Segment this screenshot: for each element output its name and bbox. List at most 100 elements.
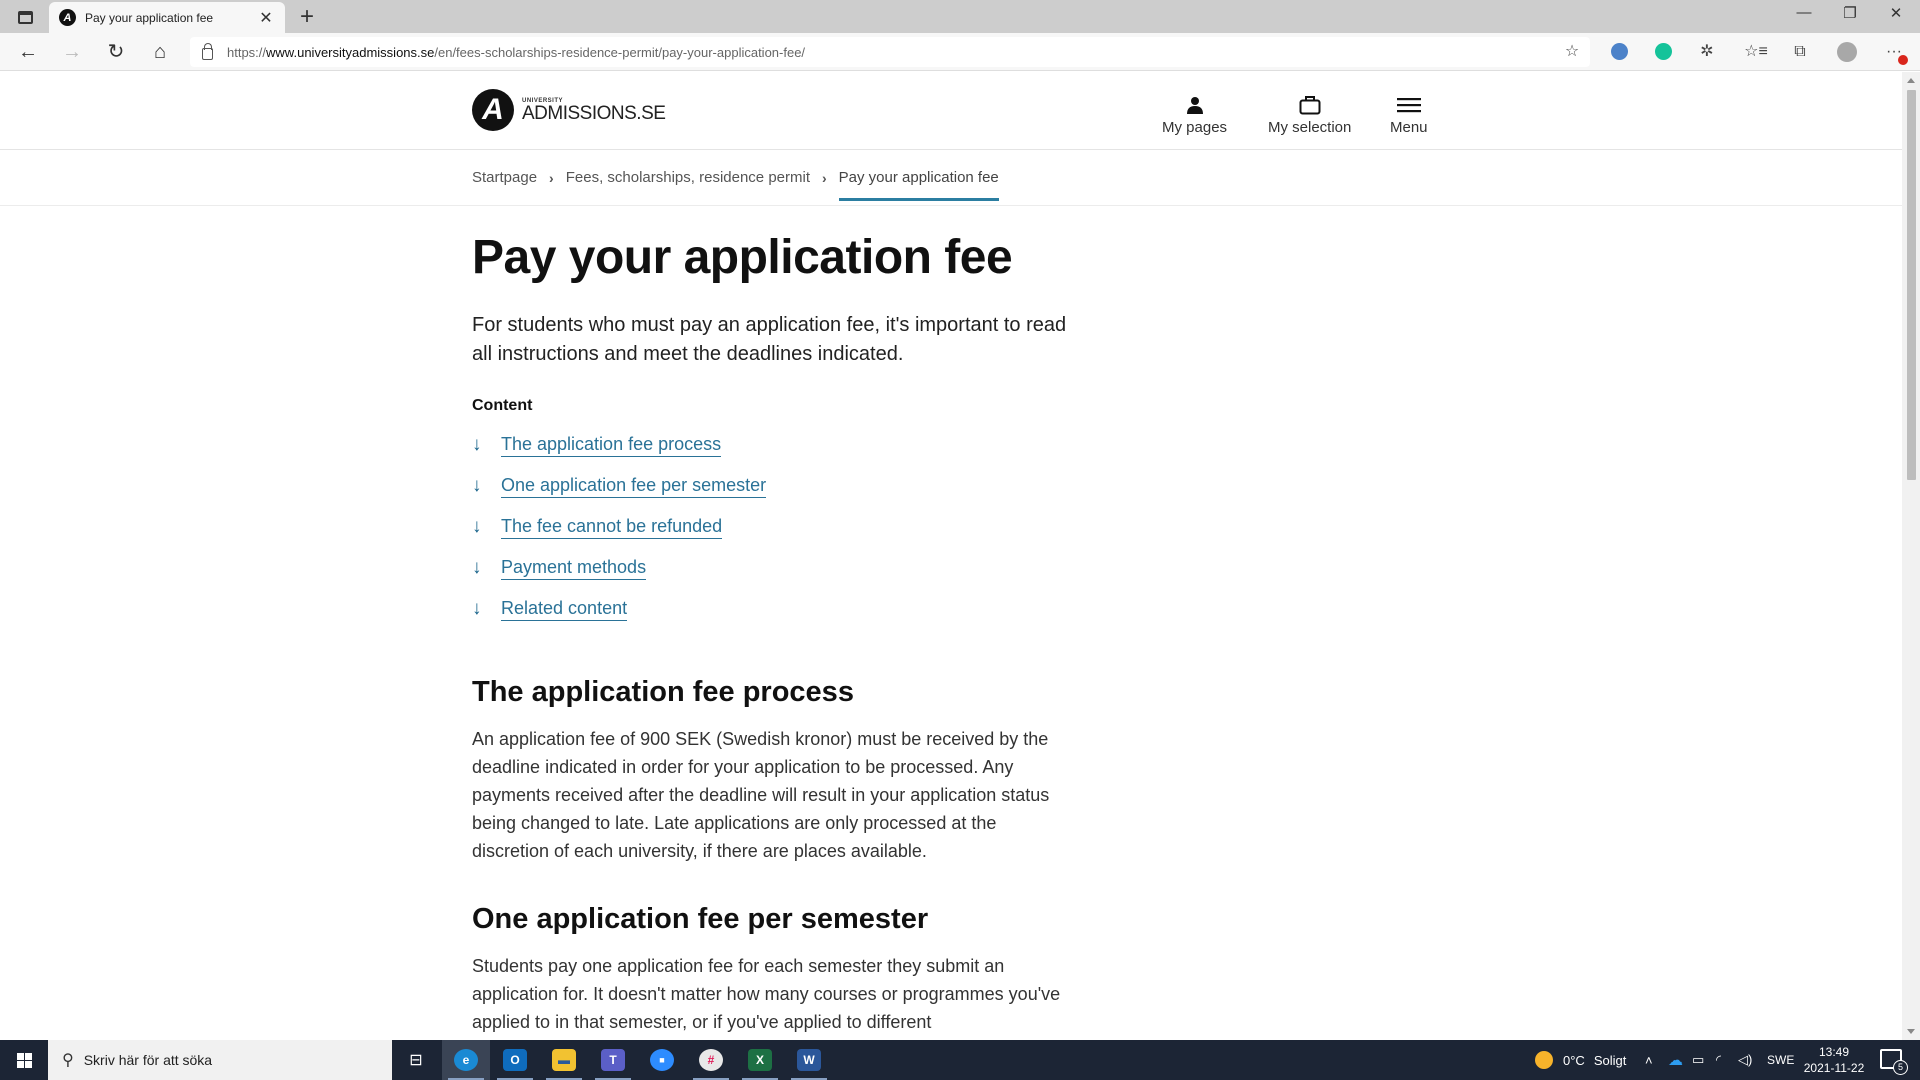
minimize-button[interactable]: — — [1784, 4, 1824, 21]
wifi-icon: ◜ — [1716, 1052, 1722, 1067]
arrow-down-icon: ↓ — [472, 475, 482, 497]
scroll-up-arrow-icon[interactable] — [1907, 78, 1915, 83]
taskbar-file-explorer[interactable]: ▬ — [540, 1040, 588, 1080]
my-selection-button[interactable]: My selection — [1268, 94, 1351, 136]
tab-title: Pay your application fee — [85, 10, 214, 25]
language-text: SWE — [1767, 1053, 1795, 1067]
home-button[interactable]: ⌂ — [145, 39, 175, 65]
arrow-down-icon: ↓ — [472, 516, 482, 538]
back-button[interactable]: ← — [13, 39, 43, 65]
logo-big-text: ADMISSIONS.SE — [522, 102, 666, 124]
site-favicon-icon: A — [59, 9, 76, 26]
clock-time: 13:49 — [1818, 1045, 1850, 1059]
bag-icon — [1299, 94, 1321, 116]
lock-icon — [202, 43, 213, 60]
reload-button[interactable]: ↻ — [101, 39, 131, 65]
close-window-button[interactable]: ✕ — [1876, 4, 1916, 22]
restore-button[interactable]: ❐ — [1830, 4, 1870, 22]
toc-item: ↓ The fee cannot be refunded — [472, 507, 1072, 548]
taskbar-edge[interactable]: e — [442, 1040, 490, 1080]
settings-more-button[interactable]: ··· — [1882, 41, 1908, 65]
breadcrumb-startpage[interactable]: Startpage — [472, 169, 537, 186]
taskbar-clock[interactable]: 13:49 2021-11-22 — [1796, 1044, 1872, 1076]
task-view-button[interactable]: ⊟ — [392, 1040, 440, 1080]
url-prefix: https:// — [227, 44, 267, 60]
extension-1-button[interactable] — [1607, 41, 1631, 63]
toc-item: ↓ The application fee process — [472, 425, 1072, 466]
puzzle-icon: ✲ — [1700, 43, 1714, 60]
browser-toolbar: ← → ↻ ⌂ https://www.universityadmissions… — [0, 33, 1920, 71]
breadcrumb-fees[interactable]: Fees, scholarships, residence permit — [566, 169, 810, 186]
site-header: A UNIVERSITY ADMISSIONS.SE My pages My s… — [0, 72, 1902, 150]
notification-badge — [1898, 55, 1908, 65]
clock-date: 2021-11-22 — [1803, 1061, 1865, 1075]
toc-link-fee-process[interactable]: The application fee process — [501, 434, 722, 457]
toc-link-payment-methods[interactable]: Payment methods — [501, 557, 647, 580]
taskbar-excel[interactable]: X — [736, 1040, 784, 1080]
close-tab-button[interactable]: ✕ — [257, 8, 275, 28]
menu-label: Menu — [1390, 119, 1428, 136]
browser-tab-bar: A Pay your application fee ✕ + — ❐ ✕ — [0, 0, 1920, 33]
section-body-fee-process: An application fee of 900 SEK (Swedish k… — [472, 728, 1050, 861]
web-page: A UNIVERSITY ADMISSIONS.SE My pages My s… — [0, 72, 1902, 1040]
article-content: Pay your application fee For students wh… — [472, 231, 1072, 1036]
profile-button[interactable] — [1835, 41, 1859, 63]
slack-icon: # — [699, 1049, 723, 1071]
menu-icon — [1396, 94, 1421, 116]
page-scrollbar[interactable] — [1902, 72, 1920, 1040]
url-text[interactable]: https://www.universityadmissions.se/en/f… — [227, 45, 805, 60]
address-bar[interactable]: https://www.universityadmissions.se/en/f… — [190, 37, 1590, 67]
toc-link-one-fee-per-semester[interactable]: One application fee per semester — [501, 475, 767, 498]
my-pages-button[interactable]: My pages — [1162, 94, 1227, 136]
cloud-icon: ☁ — [1668, 1052, 1683, 1069]
forward-button[interactable]: → — [57, 39, 87, 65]
taskbar-outlook[interactable]: O — [491, 1040, 539, 1080]
weather-widget[interactable]: 0°C Soligt — [1535, 1040, 1626, 1080]
onedrive-button[interactable]: ☁ — [1668, 1040, 1683, 1080]
search-icon: ⚲ — [62, 1052, 74, 1069]
taskbar-search-box[interactable]: ⚲ Skriv här för att söka — [48, 1040, 392, 1080]
excel-icon: X — [748, 1049, 772, 1071]
extensions-button[interactable]: ✲ — [1695, 41, 1719, 63]
taskbar-teams[interactable]: T — [589, 1040, 637, 1080]
chevron-right-icon: › — [822, 169, 827, 186]
my-pages-label: My pages — [1162, 119, 1228, 136]
arrow-down-icon: ↓ — [472, 557, 482, 579]
start-button[interactable] — [0, 1040, 48, 1080]
browser-tab-active[interactable]: A Pay your application fee ✕ — [49, 2, 285, 33]
toc-link-related-content[interactable]: Related content — [501, 598, 628, 621]
action-center-button[interactable]: 5 — [1880, 1049, 1908, 1075]
sun-icon — [1535, 1051, 1553, 1069]
site-logo[interactable]: A UNIVERSITY ADMISSIONS.SE — [472, 89, 666, 131]
grammarly-extension-button[interactable] — [1651, 41, 1675, 63]
task-view-icon: ⊟ — [409, 1052, 423, 1069]
breadcrumb: Startpage › Fees, scholarships, residenc… — [0, 151, 1902, 206]
search-placeholder: Skriv här för att söka — [83, 1052, 213, 1068]
chevron-up-icon: ˄ — [1645, 1052, 1653, 1068]
scrollbar-thumb[interactable] — [1907, 90, 1916, 480]
menu-button[interactable]: Menu — [1390, 94, 1428, 136]
show-hidden-icons-button[interactable]: ˄ — [1645, 1040, 1653, 1080]
taskbar-slack[interactable]: # — [687, 1040, 735, 1080]
page-title: Pay your application fee — [472, 231, 1013, 284]
network-button[interactable]: ◜ — [1716, 1040, 1721, 1080]
language-indicator[interactable]: SWE — [1767, 1040, 1794, 1080]
outlook-icon: O — [503, 1049, 527, 1071]
user-icon — [1186, 94, 1203, 116]
grammarly-icon — [1654, 43, 1672, 61]
battery-button[interactable]: ▭ — [1692, 1040, 1704, 1080]
tab-actions-button[interactable] — [12, 7, 38, 27]
favorites-button[interactable]: ☆≡ — [1744, 41, 1768, 63]
scroll-down-arrow-icon[interactable] — [1907, 1029, 1915, 1034]
taskbar-zoom[interactable]: ■ — [638, 1040, 686, 1080]
volume-button[interactable]: ◁) — [1738, 1040, 1752, 1080]
taskbar-word[interactable]: W — [785, 1040, 833, 1080]
collections-button[interactable]: ⧉ — [1788, 41, 1812, 63]
logo-mark-icon: A — [472, 89, 514, 131]
toc-item: ↓ Payment methods — [472, 548, 1072, 589]
toc-heading: Content — [472, 396, 533, 414]
avatar-icon — [1837, 41, 1857, 62]
toc-link-not-refunded[interactable]: The fee cannot be refunded — [501, 516, 723, 539]
new-tab-button[interactable]: + — [293, 3, 321, 31]
add-favorite-button[interactable]: ☆ — [1560, 41, 1584, 63]
